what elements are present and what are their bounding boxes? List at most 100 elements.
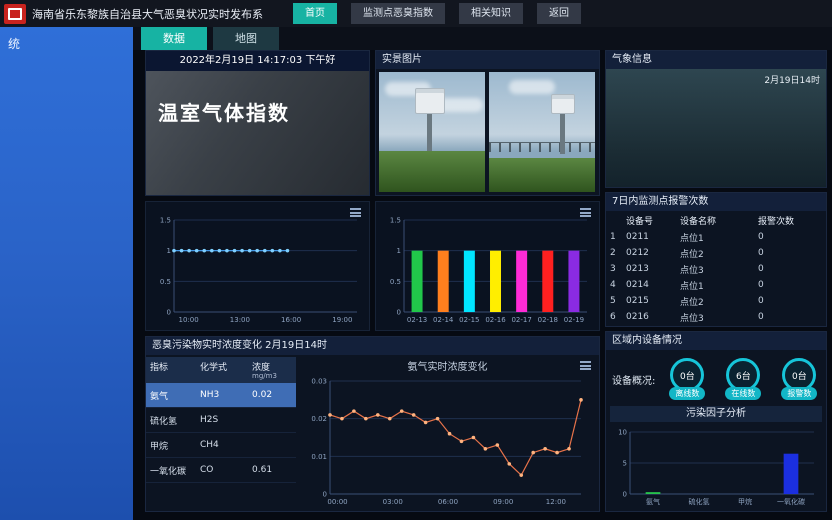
svg-text:06:00: 06:00 (438, 498, 458, 506)
nh3-concentration-chart: 0 0.01 0.02 0.03 00:00 03:00 06:00 09:00 12:00 (298, 373, 595, 510)
alarm-counts-panel: 7日内监测点报警次数 设备号 设备名称 报警次数 10211点位10 20212… (605, 192, 827, 327)
alarm-label: 报警数 (781, 387, 817, 400)
devices-panel-title: 区域内设备情况 (612, 332, 682, 350)
svg-text:13:00: 13:00 (230, 316, 250, 324)
nav-knowledge-button[interactable]: 相关知识 (459, 3, 523, 24)
svg-text:02-18: 02-18 (538, 316, 558, 324)
photos-body (376, 69, 599, 195)
nh3-chart-title: 氨气实时浓度变化 (296, 358, 599, 373)
svg-text:0.5: 0.5 (160, 278, 171, 286)
svg-text:甲烷: 甲烷 (738, 497, 752, 506)
alarm-stat: 0台 报警数 (775, 358, 823, 400)
table-row: 20212点位20 (606, 245, 826, 261)
weather-date: 2月19日14时 (764, 73, 820, 86)
device-overview: 设备概况: 0台 离线数 6台 在线数 0台 报警数 (606, 350, 826, 402)
svg-text:12:00: 12:00 (546, 498, 566, 506)
pole (560, 114, 565, 154)
chart-menu-icon[interactable] (350, 208, 361, 217)
nav-odor-index-button[interactable]: 监测点恶臭指数 (351, 3, 445, 24)
left-sidebar: 统 (0, 27, 133, 520)
alarm-counts-title: 7日内监测点报警次数 (612, 193, 708, 211)
app-screen: 海南省乐东黎族自治县大气恶臭状况实时发布系 首页 监测点恶臭指数 相关知识 返回… (0, 0, 832, 520)
table-row: 40214点位10 (606, 277, 826, 293)
factor-analysis-title: 污染因子分析 (610, 406, 822, 422)
svg-text:09:00: 09:00 (493, 498, 513, 506)
svg-text:00:00: 00:00 (327, 498, 347, 506)
offline-stat: 0台 离线数 (663, 358, 711, 400)
svg-text:1: 1 (167, 247, 171, 255)
weather-title: 气象信息 (612, 51, 652, 69)
svg-text:一氧化碳: 一氧化碳 (777, 497, 805, 506)
svg-text:10:00: 10:00 (179, 316, 199, 324)
svg-text:02-14: 02-14 (433, 316, 454, 324)
top-bar: 海南省乐东黎族自治县大气恶臭状况实时发布系 首页 监测点恶臭指数 相关知识 返回 (0, 0, 832, 27)
app-title: 海南省乐东黎族自治县大气恶臭状况实时发布系 (32, 6, 263, 22)
nav-home-button[interactable]: 首页 (293, 3, 337, 24)
fence (489, 142, 595, 152)
svg-text:03:00: 03:00 (383, 498, 403, 506)
svg-text:02-15: 02-15 (459, 316, 479, 324)
pollutant-row[interactable]: 甲烷CH4 (146, 433, 296, 458)
svg-text:1.5: 1.5 (390, 217, 401, 225)
svg-text:10: 10 (618, 429, 627, 437)
svg-text:0.5: 0.5 (390, 278, 401, 286)
site-photo-2 (489, 72, 595, 192)
device-overview-label: 设备概况: (612, 372, 655, 387)
svg-text:02-16: 02-16 (485, 316, 506, 324)
factor-analysis-chart: 0510氨气硫化氢甲烷一氧化碳 (610, 424, 822, 508)
pollutant-table-header: 指标 化学式 浓度mg/m3 (146, 357, 296, 383)
ghg-trend-chart-card: 00.511.510:0013:0016:0019:00 (145, 201, 370, 331)
cloud-shape (509, 80, 555, 94)
svg-text:1.5: 1.5 (160, 217, 171, 225)
pollutant-panel-title: 恶臭污染物实时浓度变化 2月19日14时 (152, 337, 327, 355)
unit-label: mg/m3 (252, 373, 298, 380)
chart-menu-icon[interactable] (580, 208, 591, 217)
page-title: 温室气体指数 (158, 97, 369, 126)
pollutant-table: 指标 化学式 浓度mg/m3 氨气NH30.02 硫化氢H2S 甲烷CH4 一氧… (146, 355, 296, 512)
svg-text:16:00: 16:00 (281, 316, 301, 324)
svg-text:1: 1 (397, 247, 401, 255)
greenhouse-banner: 温室气体指数 (146, 71, 369, 195)
table-row: 10211点位10 (606, 229, 826, 245)
table-row: 50215点位20 (606, 293, 826, 309)
tab-data[interactable]: 数据 (141, 27, 207, 50)
datetime-greeting: 2022年2月19日 14:17:03 下午好 (146, 51, 369, 71)
svg-text:02-17: 02-17 (511, 316, 531, 324)
daily-index-chart: 0 0.5 1 1.5 02-13 02-14 02-15 02-16 02-17 02-18 02… (378, 210, 597, 328)
grass (379, 151, 485, 192)
devices-panel: 区域内设备情况 设备概况: 0台 离线数 6台 在线数 0台 报警数 污染因子分… (605, 331, 827, 512)
pollutant-row[interactable]: 一氧化碳CO0.61 (146, 458, 296, 483)
svg-text:02-13: 02-13 (407, 316, 427, 324)
svg-text:0.02: 0.02 (311, 415, 327, 423)
daily-index-chart-card: 0 0.5 1 1.5 02-13 02-14 02-15 02-16 02-17 02-18 02… (375, 201, 600, 331)
svg-text:02-19: 02-19 (564, 316, 584, 324)
live-photos-panel: 实景图片 (375, 50, 600, 196)
table-row: 60216点位30 (606, 309, 826, 325)
ghg-trend-chart: 00.511.510:0013:0016:0019:00 (148, 210, 367, 328)
alarm-table: 设备号 设备名称 报警次数 10211点位10 20212点位20 30213点… (606, 211, 826, 325)
tab-map[interactable]: 地图 (213, 27, 279, 50)
app-logo-icon (4, 4, 26, 24)
chart-menu-icon[interactable] (580, 361, 591, 370)
online-label: 在线数 (725, 387, 761, 400)
svg-text:0: 0 (623, 491, 627, 499)
pollutant-row-selected[interactable]: 氨气NH30.02 (146, 383, 296, 408)
pollutant-row[interactable]: 硫化氢H2S (146, 408, 296, 433)
table-row: 30213点位30 (606, 261, 826, 277)
tab-row: 数据 地图 (133, 27, 832, 50)
svg-text:0.03: 0.03 (311, 378, 327, 386)
svg-text:0.01: 0.01 (311, 453, 327, 461)
main-nav: 首页 监测点恶臭指数 相关知识 返回 (293, 3, 581, 24)
offline-label: 离线数 (669, 387, 705, 400)
sidebar-label: 统 (0, 27, 133, 52)
pollutant-panel: 恶臭污染物实时浓度变化 2月19日14时 指标 化学式 浓度mg/m3 氨气NH… (145, 336, 600, 512)
nav-back-button[interactable]: 返回 (537, 3, 581, 24)
svg-text:5: 5 (623, 460, 627, 468)
online-stat: 6台 在线数 (719, 358, 767, 400)
svg-text:0: 0 (323, 491, 327, 499)
svg-text:19:00: 19:00 (332, 316, 352, 324)
grass (489, 158, 595, 192)
svg-text:0: 0 (397, 309, 401, 317)
svg-text:硫化氢: 硫化氢 (689, 497, 710, 506)
greenhouse-panel: 2022年2月19日 14:17:03 下午好 温室气体指数 (145, 50, 370, 196)
